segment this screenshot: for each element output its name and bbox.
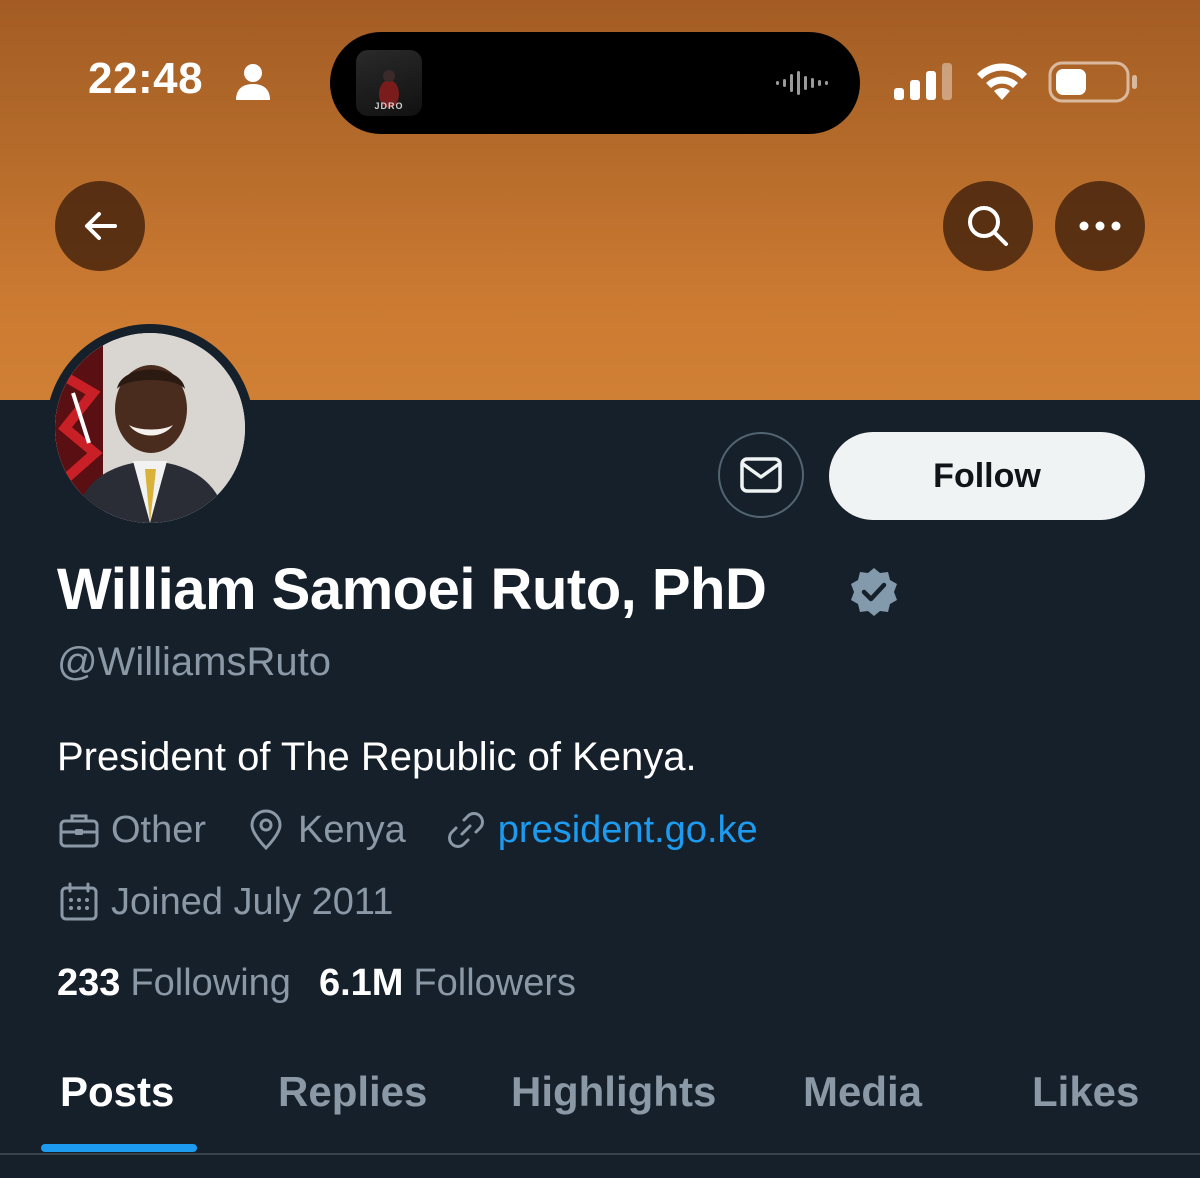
link-icon <box>447 812 484 848</box>
avatar-photo <box>55 333 245 523</box>
profile-category-label: Other <box>111 808 207 851</box>
profile-website[interactable]: president.go.ke <box>444 808 758 852</box>
battery-icon <box>1048 61 1137 103</box>
message-button[interactable] <box>718 432 804 518</box>
tab-posts[interactable]: Posts <box>60 1068 174 1116</box>
person-icon <box>236 64 270 100</box>
profile-website-link[interactable]: president.go.ke <box>498 809 758 852</box>
tab-likes[interactable]: Likes <box>1032 1068 1139 1116</box>
more-options-button[interactable] <box>1055 181 1145 271</box>
profile-location: Kenya <box>244 808 406 852</box>
follow-button[interactable]: Follow <box>829 432 1145 520</box>
back-button[interactable] <box>55 181 145 271</box>
location-pin-icon <box>250 809 282 851</box>
profile-meta-row: Other Kenya president.go.ke <box>57 808 796 852</box>
profile-bio: President of The Republic of Kenya. <box>57 735 697 779</box>
search-icon <box>968 206 1008 246</box>
more-horizontal-icon <box>1079 221 1121 231</box>
audio-waveform-icon <box>776 71 828 95</box>
profile-joined-row: Joined July 2011 <box>57 880 431 924</box>
now-playing-artwork: JDRO <box>356 50 422 116</box>
profile-tabs: Posts Replies Highlights Media Likes <box>0 1040 1200 1154</box>
dynamic-island[interactable]: JDRO <box>330 32 860 134</box>
tab-media[interactable]: Media <box>803 1068 922 1116</box>
briefcase-icon <box>59 814 99 848</box>
followers-label[interactable]: Followers <box>413 962 576 1005</box>
profile-joined: Joined July 2011 <box>57 880 393 924</box>
profile-photo-image <box>55 333 245 523</box>
search-button[interactable] <box>943 181 1033 271</box>
profile-location-label: Kenya <box>298 808 406 851</box>
following-count[interactable]: 233 <box>57 962 120 1005</box>
tabs-divider <box>0 1153 1200 1155</box>
tab-highlights[interactable]: Highlights <box>511 1068 716 1116</box>
calendar-icon <box>60 882 98 921</box>
artwork-label: JDRO <box>374 101 404 111</box>
tab-replies[interactable]: Replies <box>278 1068 427 1116</box>
profile-stats: 233 Following 6.1M Followers <box>57 962 604 1005</box>
arrow-left-icon <box>85 212 117 240</box>
followers-count[interactable]: 6.1M <box>319 962 403 1005</box>
following-label[interactable]: Following <box>130 962 291 1005</box>
cellular-signal-icon <box>894 63 952 100</box>
verified-badge-icon[interactable] <box>848 566 900 618</box>
mail-icon <box>740 457 782 493</box>
display-name: William Samoei Ruto, PhD <box>57 557 767 622</box>
wifi-icon <box>977 63 1027 100</box>
profile-category: Other <box>57 808 206 852</box>
profile-handle: @WilliamsRuto <box>57 640 331 684</box>
avatar[interactable] <box>46 324 254 532</box>
status-bar-time: 22:48 <box>88 54 204 103</box>
profile-joined-label: Joined July 2011 <box>111 880 394 923</box>
active-tab-indicator <box>41 1144 197 1152</box>
